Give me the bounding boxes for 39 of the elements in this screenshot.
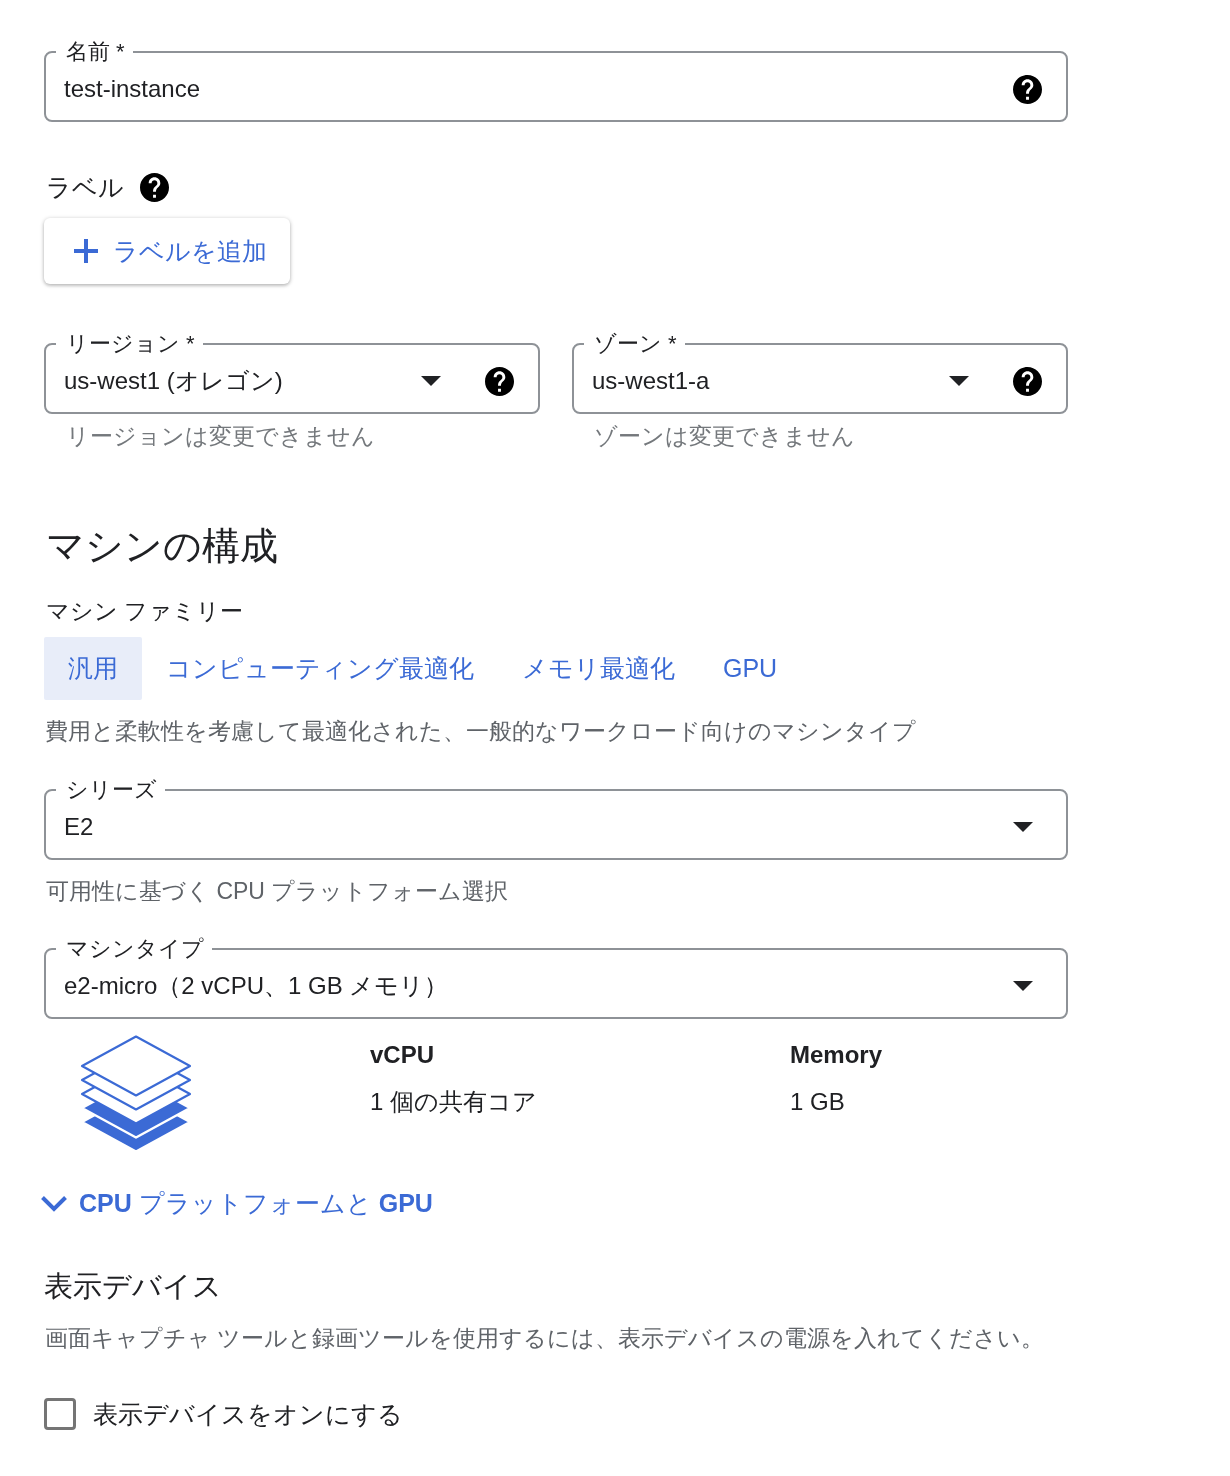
section-heading: マシンの構成 [45, 524, 279, 569]
help-icon[interactable] [1013, 366, 1042, 396]
field-label: リージョン * [65, 330, 196, 358]
checkbox[interactable] [44, 1398, 76, 1430]
section-heading: 表示デバイス [44, 1269, 223, 1304]
description-text: 費用と柔軟性を考慮して最適化された、一般的なワークロード向けのマシンタイプ [44, 717, 917, 745]
dropdown-arrow-icon [1013, 822, 1033, 832]
select-field[interactable]: マシンタイプ e2-micro（2 vCPU、1 GB メモリ） [44, 935, 1068, 1019]
description-text: 画面キャプチャ ツールと録画ツールを使用するには、表示デバイスの電源を入れてください。 [44, 1324, 1046, 1352]
helper-text: ゾーンは変更できません [593, 424, 856, 448]
dropdown-arrow-icon [421, 376, 441, 386]
spec-value: 1 GB [790, 1087, 846, 1117]
dropdown-arrow-icon [1013, 981, 1033, 991]
select-field[interactable]: シリーズ E2 [44, 776, 1068, 860]
text-field[interactable]: 名前 * test-instance [44, 38, 1068, 122]
field-label: シリーズ [65, 776, 158, 804]
field-label: 名前 * [65, 38, 126, 66]
section-label: ラベル [45, 172, 124, 203]
expand-toggle-link[interactable]: CPU プラットフォームと GPU [40, 1189, 433, 1217]
dropdown-arrow-icon [949, 376, 969, 386]
field-label: ゾーン * [593, 330, 678, 358]
spec-value: 1 個の共有コア [370, 1087, 538, 1117]
spec-label: vCPU [370, 1040, 436, 1070]
helper-text: リージョンは変更できません [65, 424, 376, 448]
help-icon[interactable] [140, 172, 169, 202]
help-icon[interactable] [1013, 74, 1042, 104]
help-icon[interactable] [485, 366, 514, 396]
family-tab[interactable]: コンピューティング最適化 [142, 637, 498, 700]
family-tab[interactable]: メモリ最適化 [498, 637, 699, 700]
field-label: マシンタイプ [65, 935, 205, 963]
family-tab[interactable]: GPU [699, 637, 802, 700]
field-label: マシン ファミリー [45, 597, 245, 626]
helper-text: 可用性に基づく CPU プラットフォーム選択 [45, 879, 510, 903]
plus-icon [74, 239, 98, 263]
spec-label: Memory [790, 1040, 884, 1070]
family-tab[interactable]: 汎用 [44, 637, 142, 700]
select-field[interactable]: ゾーン * us-west1-a [572, 330, 1068, 414]
add-label-button[interactable]: ラベルを追加 [44, 218, 290, 284]
checkbox-label: 表示デバイスをオンにする [93, 1399, 403, 1430]
